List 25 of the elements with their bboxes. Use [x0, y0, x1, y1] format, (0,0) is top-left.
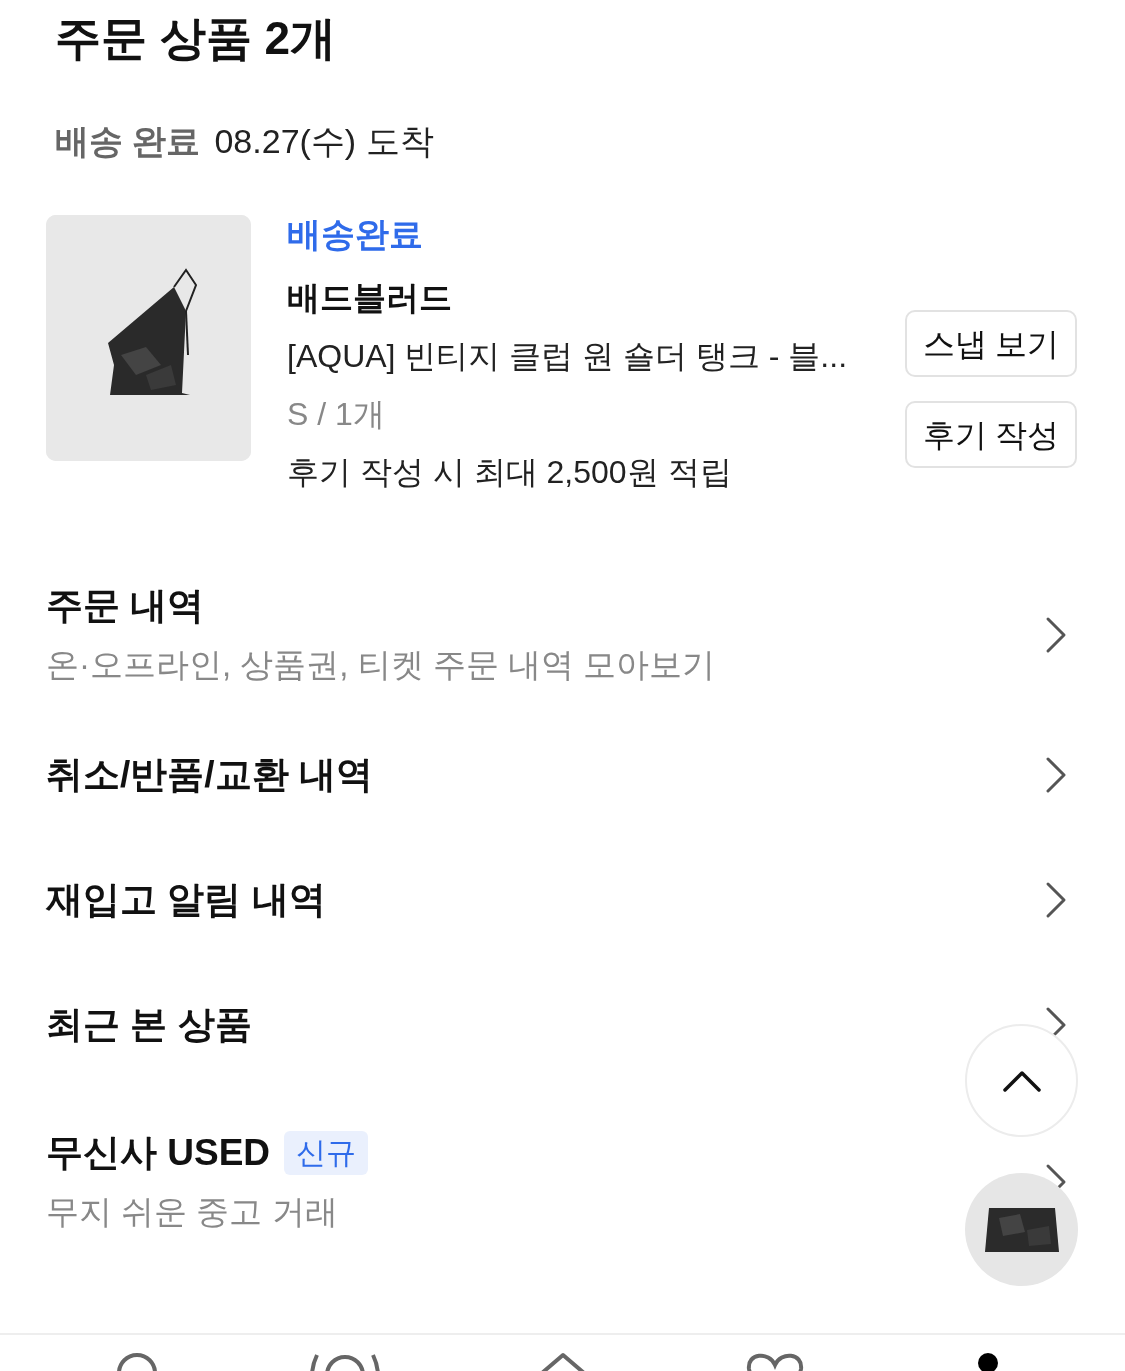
reward-text: 후기 작성 시 최대 2,500원 적립: [287, 453, 732, 492]
menu-title: 주문 내역: [46, 583, 205, 628]
menu-row[interactable]: 주문 내역 온·오프라인, 상품권, 티켓 주문 내역 모아보기: [0, 557, 1125, 712]
product-name: [AQUA] 빈티지 클럽 원 숄더 탱크 - 블...: [287, 337, 848, 376]
menu-title: 무신사 USED: [46, 1131, 271, 1175]
delivery-status: 배송 완료: [55, 121, 201, 162]
new-badge: 신규: [284, 1131, 369, 1175]
product-option: S / 1개: [287, 391, 385, 437]
action-button[interactable]: 후기 작성: [905, 401, 1077, 468]
delivery-date: 08.27(수) 도착: [214, 121, 434, 162]
menu-title: 재입고 알림 내역: [46, 877, 326, 922]
menu-row[interactable]: 재입고 알림 내역: [0, 837, 1125, 962]
brand-name: 배드블러드: [287, 278, 452, 318]
menu-title: 취소/반품/교환 내역: [46, 752, 373, 797]
action-button[interactable]: 스냅 보기: [905, 310, 1077, 377]
chevron-right-icon: [1045, 755, 1067, 794]
menu-row[interactable]: 취소/반품/교환 내역: [0, 712, 1125, 837]
menu-title: 최근 본 상품: [46, 1002, 252, 1047]
menu-subtitle: 무지 쉬운 중고 거래: [46, 1192, 338, 1232]
page-heading: 주문 상품 2개: [54, 11, 338, 66]
chevron-up-icon: [1001, 1068, 1042, 1093]
menu-subtitle: 온·오프라인, 상품권, 티켓 주문 내역 모아보기: [46, 644, 716, 685]
chevron-right-icon: [1045, 880, 1067, 919]
shipping-status-text: 배송완료: [287, 214, 423, 255]
chevron-right-icon: [1045, 615, 1067, 654]
